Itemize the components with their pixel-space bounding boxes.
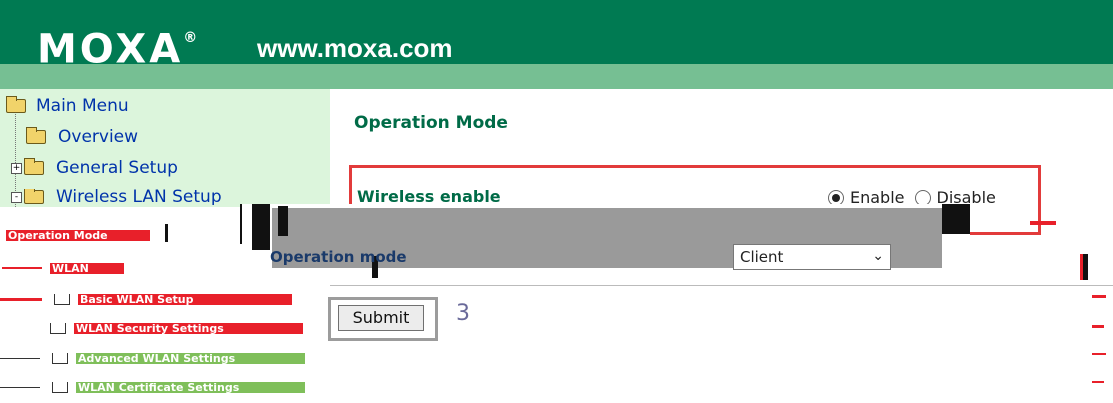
sidebar-item-advanced-wlan[interactable]: Advanced WLAN Settings [0,352,305,364]
sidebar-item-general-setup[interactable]: + General Setup [11,158,178,178]
expand-plus-icon[interactable]: + [11,162,22,174]
sidebar-item-wireless-lan-setup[interactable]: - Wireless LAN Setup [11,189,222,205]
sidebar-item-overview[interactable]: Overview [26,127,138,147]
folder-icon [24,189,44,204]
operation-mode-label: Operation mode [270,248,407,266]
sidebar-item-main-menu[interactable]: Main Menu [6,96,129,116]
folder-icon [52,381,68,393]
folder-icon [54,293,70,305]
open-folder-icon [6,96,26,113]
collapse-minus-icon[interactable]: - [11,191,22,203]
moxa-logo[interactable]: MOXA® [37,24,200,69]
sidebar-item-wlan[interactable]: WLAN [2,262,124,274]
chevron-down-icon: ⌄ [872,248,884,264]
divider [330,285,1113,286]
operation-mode-select[interactable]: Client ⌄ [733,244,891,270]
sidebar-item-basic-wlan[interactable]: Basic WLAN Setup [0,293,292,305]
right-edge-glitch [1050,200,1113,403]
folder-icon [50,322,66,334]
sidebar-item-wlan-certificate[interactable]: WLAN Certificate Settings [0,381,305,393]
glitch-artifact [165,224,168,242]
page-title: Operation Mode [354,113,508,133]
sidebar-item-operation-mode[interactable]: Operation Mode [6,229,150,241]
folder-icon [52,352,68,364]
annotation-number: 3 [456,301,470,326]
folder-icon [26,127,46,144]
site-url-link[interactable]: www.moxa.com [257,33,453,63]
sidebar-item-wlan-security[interactable]: WLAN Security Settings [50,322,303,334]
submit-button[interactable]: Submit [338,305,424,331]
folder-icon [24,158,44,175]
header-banner: MOXA® www.moxa.com [0,0,1113,89]
